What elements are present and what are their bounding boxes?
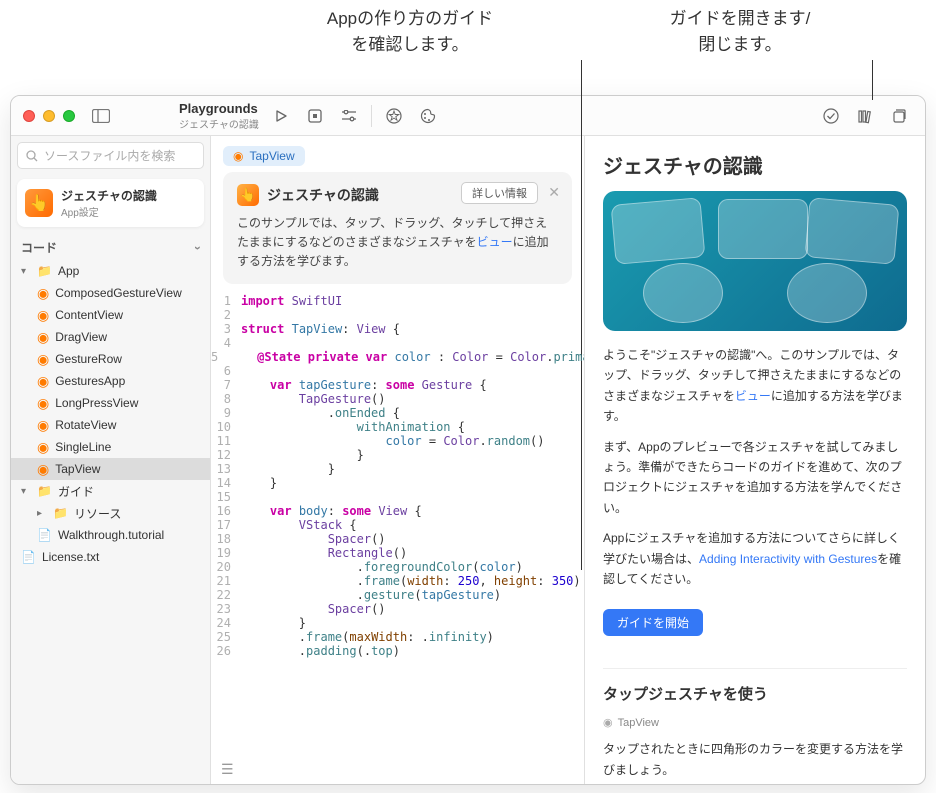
app-card-subtitle: App設定 bbox=[61, 204, 157, 219]
guide-paragraph-1: ようこそ"ジェスチャの認識"へ。このサンプルでは、タップ、ドラッグ、タッチして押… bbox=[603, 345, 907, 427]
editor-pane: ◉ TapView 👆 ジェスチャの認識 詳しい情報 ✕ このサンプルでは、タッ… bbox=[211, 136, 585, 784]
file-singleline[interactable]: ◉SingleLine bbox=[11, 436, 210, 458]
run-button[interactable] bbox=[267, 104, 295, 128]
file-icon: 📄 bbox=[37, 528, 52, 542]
swift-icon: ◉ bbox=[37, 373, 49, 390]
more-info-button[interactable]: 詳しい情報 bbox=[461, 182, 538, 204]
guide-section-tap: タップジェスチャを使う ◉ TapView タップされたときに四角形のカラーを変… bbox=[603, 668, 907, 784]
swift-icon: ◉ bbox=[37, 351, 49, 368]
swift-icon: ◉ bbox=[233, 149, 243, 163]
swift-icon: ◉ bbox=[37, 307, 49, 324]
annotation-guide-callout: Appの作り方のガイド を確認します。 bbox=[270, 6, 550, 57]
sample-icon: 👆 bbox=[237, 184, 259, 206]
window-title-group: Playgrounds ジェスチャの認識 bbox=[171, 101, 259, 131]
doc-link[interactable]: Adding Interactivity with Gestures bbox=[699, 552, 877, 566]
minimize-window-button[interactable] bbox=[43, 110, 55, 122]
search-icon bbox=[26, 150, 38, 162]
guide-hero-image bbox=[603, 191, 907, 331]
sample-info-card: 👆 ジェスチャの認識 詳しい情報 ✕ このサンプルでは、タップ、ドラッグ、タッチ… bbox=[223, 172, 572, 284]
swift-icon: ◉ bbox=[37, 461, 49, 478]
palette-icon[interactable] bbox=[414, 104, 442, 128]
file-longpressview[interactable]: ◉LongPressView bbox=[11, 392, 210, 414]
app-icon: 👆 bbox=[25, 189, 53, 217]
project-subtitle: ジェスチャの認識 bbox=[179, 116, 259, 131]
app-card-title: ジェスチャの認識 bbox=[61, 187, 157, 204]
folder-app[interactable]: ▾📁App bbox=[11, 260, 210, 282]
file-dragview[interactable]: ◉DragView bbox=[11, 326, 210, 348]
window-controls bbox=[11, 110, 87, 122]
sidebar: ソースファイル内を検索 👆 ジェスチャの認識 App設定 コード › ▾📁App… bbox=[11, 136, 211, 784]
file-composedgestureview[interactable]: ◉ComposedGestureView bbox=[11, 282, 210, 304]
search-input[interactable]: ソースファイル内を検索 bbox=[17, 142, 204, 169]
guide-paragraph-3: Appにジェスチャを追加する方法についてさらに詳しく学びたい場合は、Adding… bbox=[603, 528, 907, 589]
annotations-overlay: Appの作り方のガイド を確認します。 ガイドを開きます/ 閉じます。 bbox=[0, 0, 936, 95]
file-license[interactable]: 📄License.txt bbox=[11, 546, 210, 568]
swift-icon: ◉ bbox=[37, 417, 49, 434]
file-icon: 📄 bbox=[21, 550, 36, 564]
app-title: Playgrounds bbox=[179, 101, 259, 116]
swift-icon: ◉ bbox=[603, 716, 613, 729]
file-gesturesapp[interactable]: ◉GesturesApp bbox=[11, 370, 210, 392]
zoom-window-button[interactable] bbox=[63, 110, 75, 122]
file-walkthrough[interactable]: 📄Walkthrough.tutorial bbox=[11, 524, 210, 546]
folder-resources[interactable]: ▸📁リソース bbox=[11, 502, 210, 524]
folder-icon: 📁 bbox=[53, 506, 68, 520]
section-description: タップされたときに四角形のカラーを変更する方法を学びましょう。 bbox=[603, 739, 907, 780]
annotation-toggle-callout: ガイドを開きます/ 閉じます。 bbox=[600, 6, 880, 57]
start-guide-button[interactable]: ガイドを開始 bbox=[603, 609, 703, 636]
code-section-header[interactable]: コード › bbox=[11, 235, 210, 260]
pager-icon[interactable]: ☰ bbox=[221, 761, 234, 778]
code-editor[interactable]: 1import SwiftUI23struct TapView: View {4… bbox=[211, 294, 584, 784]
section-file-ref: ◉ TapView bbox=[603, 716, 907, 729]
swift-icon: ◉ bbox=[37, 439, 49, 456]
editor-tab[interactable]: ◉ TapView bbox=[223, 146, 305, 166]
file-rotateview[interactable]: ◉RotateView bbox=[11, 414, 210, 436]
folder-icon: 📁 bbox=[37, 264, 52, 278]
close-icon[interactable]: ✕ bbox=[548, 184, 560, 201]
stop-button[interactable] bbox=[301, 104, 329, 128]
app-window: Playgrounds ジェスチャの認識 ソースファイル内を検索 👆 bbox=[10, 95, 926, 785]
close-window-button[interactable] bbox=[23, 110, 35, 122]
section-title: タップジェスチャを使う bbox=[603, 683, 907, 704]
guide-pane: ジェスチャの認識 ようこそ"ジェスチャの認識"へ。このサンプルでは、タップ、ドラ… bbox=[585, 136, 925, 784]
file-contentview[interactable]: ◉ContentView bbox=[11, 304, 210, 326]
folder-icon: 📁 bbox=[37, 484, 52, 498]
titlebar: Playgrounds ジェスチャの認識 bbox=[11, 96, 925, 136]
guide-title: ジェスチャの認識 bbox=[603, 150, 907, 179]
star-icon[interactable] bbox=[380, 104, 408, 128]
checkmark-icon[interactable] bbox=[817, 104, 845, 128]
chevron-down-icon: › bbox=[191, 246, 205, 250]
file-tapview[interactable]: ◉TapView bbox=[11, 458, 210, 480]
folder-guide[interactable]: ▾📁ガイド bbox=[11, 480, 210, 502]
guide-paragraph-2: まず、Appのプレビューで各ジェスチャを試してみましょう。準備ができたらコードの… bbox=[603, 437, 907, 519]
view-link[interactable]: ビュー bbox=[735, 389, 771, 403]
app-settings-card[interactable]: 👆 ジェスチャの認識 App設定 bbox=[17, 179, 204, 227]
search-placeholder: ソースファイル内を検索 bbox=[44, 147, 175, 164]
swift-icon: ◉ bbox=[37, 285, 49, 302]
sidebar-toggle-icon[interactable] bbox=[87, 104, 115, 128]
swift-icon: ◉ bbox=[37, 329, 49, 346]
sample-title: ジェスチャの認識 bbox=[267, 185, 379, 205]
sample-description: このサンプルでは、タップ、ドラッグ、タッチして押さえたままにするなどのさまざまな… bbox=[237, 214, 558, 272]
callout-line-right bbox=[872, 60, 873, 100]
swift-icon: ◉ bbox=[37, 395, 49, 412]
library-icon[interactable] bbox=[851, 104, 879, 128]
view-link[interactable]: ビュー bbox=[477, 235, 513, 249]
settings-icon[interactable] bbox=[335, 104, 363, 128]
document-stack-icon[interactable] bbox=[885, 104, 913, 128]
file-tree: ▾📁App ◉ComposedGestureView ◉ContentView … bbox=[11, 260, 210, 568]
file-gesturerow[interactable]: ◉GestureRow bbox=[11, 348, 210, 370]
